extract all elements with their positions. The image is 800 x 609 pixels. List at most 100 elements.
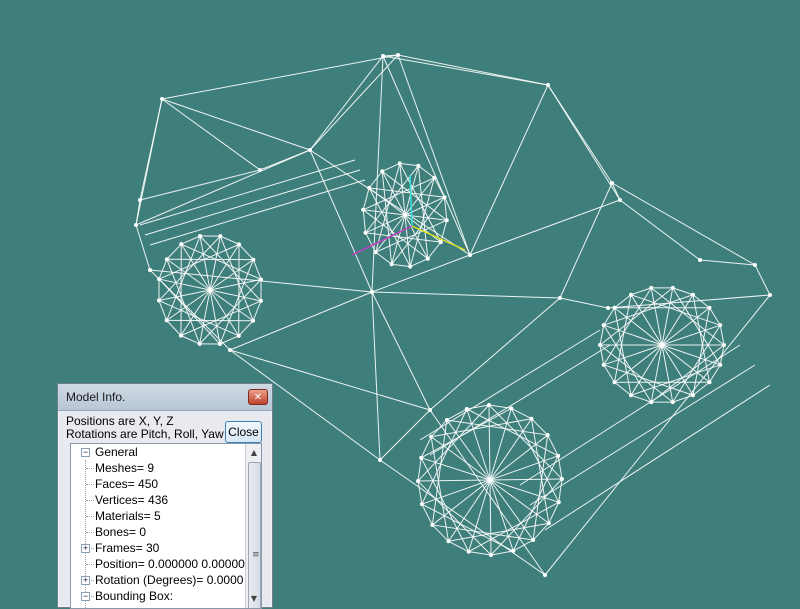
vertex-point [420,502,424,506]
wheel-rim-edge [400,163,419,165]
vertex-point [613,380,617,384]
vertex-point [698,258,702,262]
axis-x-line [412,226,465,250]
title-bar[interactable]: Model Info. ✕ [58,384,272,411]
expand-icon[interactable]: + [81,544,90,553]
tree-node-label: General [95,444,138,460]
vertex-point [707,306,711,310]
vertex-point [148,268,152,272]
tree-branch-line [86,532,94,533]
vertex-point [138,198,142,202]
wire-edge [380,410,430,460]
tree-item-label: Bones= 0 [95,524,146,540]
wheel-rim-edge [382,163,400,171]
tree-branch-line [86,516,94,517]
vertex-point [419,456,423,460]
wheel-spoke [490,480,549,523]
wheel-spoke [490,408,511,480]
wheel-spoke [431,437,490,480]
tread-edge [145,170,360,235]
tree-branch-line [86,484,94,485]
vertex-point [157,277,161,281]
vertex-point [649,286,653,290]
wheel-spoke [490,479,562,480]
vertex-point [660,343,664,347]
wheel-spoke [447,420,490,480]
vertical-scrollbar[interactable]: ▲ ≡ ▼ [245,444,261,608]
tree-item-label: Materials= 5 [95,508,161,524]
vertex-point [165,318,169,322]
close-button[interactable]: Close [225,421,262,443]
tree-guide-line [85,460,86,608]
wheel-rim-edge [167,320,181,335]
wheel-rim-edge [428,242,441,259]
tree-content: − General Meshes= 9Faces= 450Vertices= 4… [71,444,245,608]
vertex-point [629,393,633,397]
tread-edge [545,385,770,530]
wheel-chord [167,236,200,320]
scroll-up-icon[interactable]: ▲ [248,446,260,460]
wheel-spoke [376,215,405,252]
vertex-point [610,181,614,185]
vertex-point [396,53,400,57]
tree-item-label: Position= 0.000000 0.000000 [95,556,245,572]
tree-branch-line [86,500,94,501]
vertex-point [606,306,610,310]
vertex-point [753,263,757,267]
vertex-point [629,293,633,297]
vertex-point [416,164,420,168]
wire-edge [140,99,162,200]
vertex-point [529,417,533,421]
vertex-point [560,477,564,481]
wire-edge [162,55,398,99]
wheel-chord [220,260,253,344]
expand-icon[interactable]: + [81,576,90,585]
tread-edge [420,330,600,440]
wire-edge [560,183,612,298]
wheel-spoke [421,458,490,480]
scroll-down-icon[interactable]: ▼ [248,592,260,606]
vertex-point [618,198,622,202]
wire-edge [470,85,548,255]
vertex-point [378,458,382,462]
vertex-point [546,83,550,87]
model-tree-view[interactable]: − General Meshes= 9Faces= 450Vertices= 4… [70,443,262,609]
wheel-rim-edge [369,171,382,188]
vertex-point [361,208,365,212]
vertex-point [237,242,241,246]
wheel-rim-edge [239,321,253,336]
vertex-point [251,258,255,262]
model-info-window[interactable]: Model Info. ✕ Positions are X, Y, Z Rota… [57,383,273,608]
wire-edge [372,292,380,460]
vertex-point [374,250,378,254]
info-panel: Positions are X, Y, Z Rotations are Pitc… [58,411,272,447]
wheel-spoke [490,419,531,480]
vertex-point [179,334,183,338]
tree-item-label: Frames= 30 [95,540,159,556]
close-x-icon[interactable]: ✕ [248,389,268,405]
vertex-point [208,288,212,292]
vertex-point [558,296,562,300]
window-title: Model Info. [66,390,125,404]
vertex-point [198,234,202,238]
wire-edge [136,150,310,225]
wire-edge [140,170,260,200]
vertex-point [157,299,161,303]
wire-edge [383,56,470,255]
wire-edge [430,298,560,410]
vertex-point [218,234,222,238]
vertex-point [602,323,606,327]
vertex-point [429,435,433,439]
collapse-icon[interactable]: − [81,448,90,457]
vertex-point [671,286,675,290]
vertex-point [403,213,407,217]
wheel-chord [392,197,445,264]
vertex-point [228,348,232,352]
tree-item-label: Rotation (Degrees)= 0.0000 [95,572,243,588]
vertex-point [718,323,722,327]
wheel-spoke [469,480,490,552]
scroll-thumb[interactable]: ≡ [248,462,261,609]
wire-edge [620,200,700,260]
wire-edge [755,265,770,295]
vertex-point [546,433,550,437]
